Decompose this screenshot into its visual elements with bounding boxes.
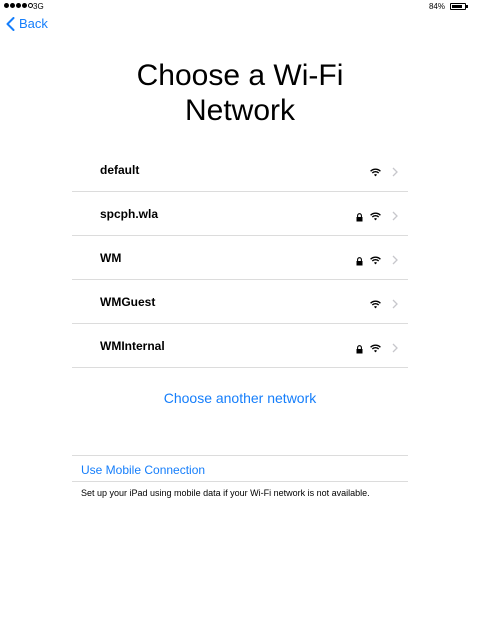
battery-tip xyxy=(466,5,468,8)
wifi-signal-icon xyxy=(370,252,381,270)
wifi-signal-icon xyxy=(370,208,381,226)
wifi-network-name: WMGuest xyxy=(100,295,156,309)
page-title-line2: Network xyxy=(184,94,296,127)
chevron-right-icon xyxy=(392,208,398,226)
carrier-label: 3G xyxy=(33,2,44,11)
wifi-network-row[interactable]: default xyxy=(72,148,408,192)
wifi-network-name: WMInternal xyxy=(100,339,165,353)
wifi-network-row[interactable]: WMInternal xyxy=(72,324,408,368)
choose-another-network-button[interactable]: Choose another network xyxy=(0,390,480,406)
battery-icon xyxy=(450,3,466,10)
wifi-signal-icon xyxy=(370,164,381,182)
mobile-connection-row: Use Mobile Connection xyxy=(72,455,408,482)
page-title-line1: Choose a Wi-Fi xyxy=(136,59,344,92)
wifi-network-name: default xyxy=(100,163,140,177)
signal-dot xyxy=(10,3,15,8)
lock-icon xyxy=(356,209,363,227)
wifi-network-row[interactable]: WM xyxy=(72,236,408,280)
wifi-network-row[interactable]: spcph.wla xyxy=(72,192,408,236)
wifi-network-list: default spcph.wla WM WMGuest WMInternal xyxy=(72,148,408,368)
status-bar: 3G 84% xyxy=(0,0,480,14)
signal-dot xyxy=(4,3,9,8)
wifi-signal-icon xyxy=(370,340,381,358)
lock-icon xyxy=(356,341,363,359)
chevron-right-icon xyxy=(392,296,398,314)
chevron-right-icon xyxy=(392,164,398,182)
lock-icon xyxy=(356,253,363,271)
wifi-network-name: spcph.wla xyxy=(100,207,159,221)
signal-dot xyxy=(22,3,27,8)
chevron-left-icon xyxy=(6,16,15,31)
back-label: Back xyxy=(19,16,48,31)
page-title: Choose a Wi-Fi Network xyxy=(0,58,480,128)
wifi-network-row[interactable]: WMGuest xyxy=(72,280,408,324)
use-mobile-connection-button[interactable]: Use Mobile Connection xyxy=(81,463,205,477)
battery-percent: 84% xyxy=(428,2,445,11)
wifi-network-name: WM xyxy=(100,251,122,265)
wifi-setup-screen: 3G 84% Back Choose a Wi-Fi Network defau… xyxy=(0,0,480,640)
signal-dot xyxy=(16,3,21,8)
wifi-signal-icon xyxy=(370,296,381,314)
mobile-connection-description: Set up your iPad using mobile data if yo… xyxy=(81,488,370,498)
back-button[interactable]: Back xyxy=(6,16,48,31)
chevron-right-icon xyxy=(392,340,398,358)
chevron-right-icon xyxy=(392,252,398,270)
signal-strength-icon xyxy=(4,3,33,8)
